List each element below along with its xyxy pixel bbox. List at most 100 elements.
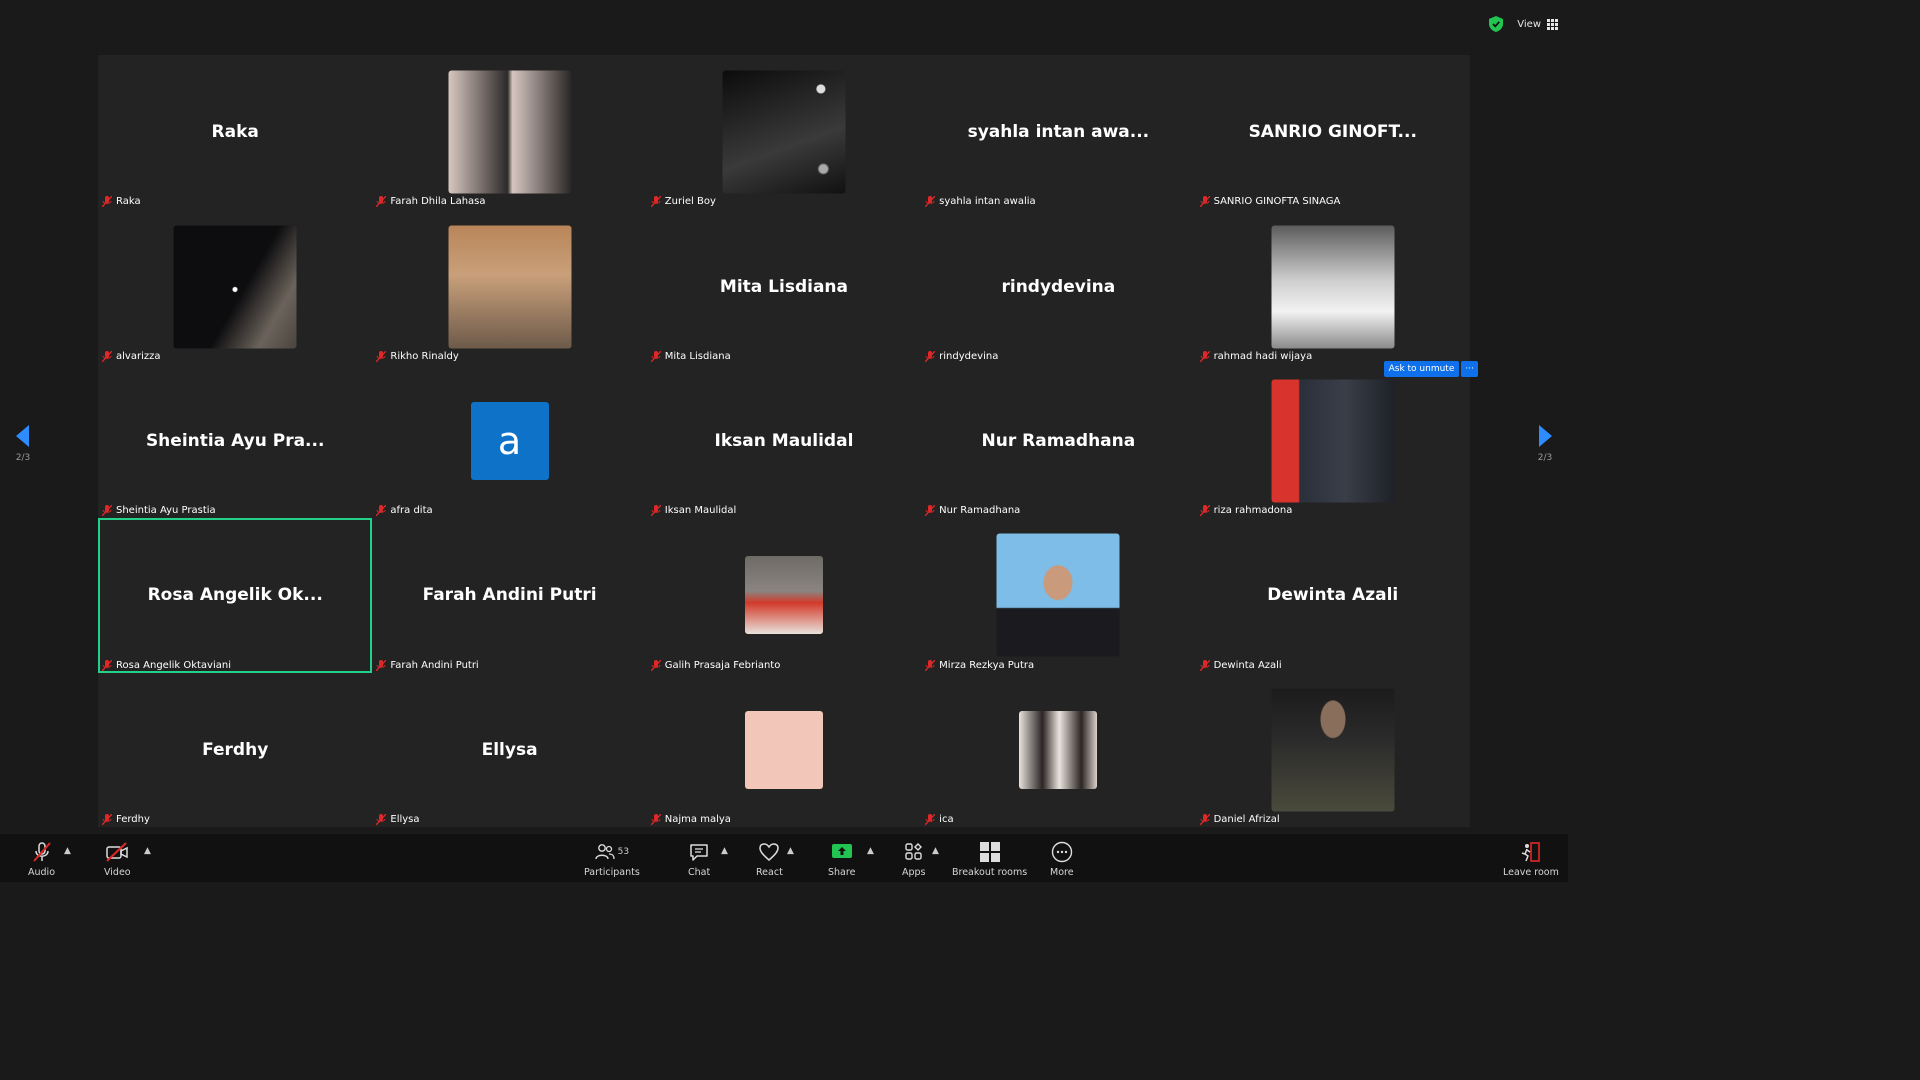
apps-label: Apps — [902, 867, 926, 878]
share-options-caret-icon[interactable]: ▲ — [867, 846, 874, 856]
participant-label: Zuriel Boy — [650, 196, 716, 208]
apps-button[interactable]: Apps — [902, 840, 926, 878]
participant-tile[interactable]: syahla intan awa... syahla intan awalia — [921, 55, 1195, 209]
participant-label: Dewinta Azali — [1199, 659, 1282, 671]
participant-name-label: rindydevina — [939, 350, 999, 362]
participant-tile[interactable]: Dewinta Azali Dewinta Azali — [1196, 518, 1470, 672]
participant-label: Raka — [102, 196, 141, 208]
audio-button[interactable]: Audio — [28, 840, 55, 878]
participant-name-label: ica — [939, 813, 954, 825]
share-label: Share — [828, 867, 856, 878]
audio-options-caret-icon[interactable]: ▲ — [64, 846, 71, 856]
participant-label: Ferdhy — [102, 813, 150, 825]
chat-icon — [690, 844, 708, 861]
breakout-rooms-button[interactable]: Breakout rooms — [952, 840, 1027, 878]
previous-page-nav[interactable]: 2/3 — [8, 425, 38, 463]
profile-picture — [722, 70, 846, 194]
participant-tile[interactable]: ica — [921, 673, 1195, 827]
participant-display-name: SANRIO GINOFT... — [1248, 122, 1417, 143]
grid-view-icon — [1547, 18, 1558, 30]
participant-display-name: Nur Ramadhana — [981, 430, 1136, 451]
more-options-button[interactable]: ··· — [1461, 360, 1478, 377]
participant-label: Mirza Rezkya Putra — [925, 659, 1035, 671]
participants-count: 53 — [617, 847, 630, 857]
participant-tile[interactable]: Raka Raka — [98, 55, 372, 209]
muted-mic-icon — [102, 505, 112, 517]
participant-display-name: Rosa Angelik Ok... — [147, 585, 323, 606]
more-button[interactable]: More — [1050, 840, 1074, 878]
participant-tile[interactable]: Mirza Rezkya Putra — [921, 518, 1195, 672]
participant-tile[interactable]: a afra dita — [372, 364, 646, 518]
muted-mic-icon — [925, 505, 936, 517]
participant-tile[interactable]: alvarizza — [98, 209, 372, 363]
more-icon — [1051, 841, 1072, 863]
muted-mic-icon — [102, 813, 112, 825]
participant-name-label: Iksan Maulidal — [664, 505, 737, 517]
chat-options-caret-icon[interactable]: ▲ — [721, 846, 728, 856]
react-options-caret-icon[interactable]: ▲ — [787, 846, 794, 856]
participant-tile[interactable]: Sheintia Ayu Pra... Sheintia Ayu Prastia — [98, 364, 372, 518]
participant-display-name: Dewinta Azali — [1267, 585, 1399, 606]
participant-tile[interactable]: rindydevina rindydevina — [921, 209, 1195, 363]
react-button[interactable]: React — [756, 840, 783, 878]
participant-name-label: Raka — [116, 196, 141, 208]
participant-tile[interactable]: rahmad hadi wijaya — [1196, 209, 1470, 363]
profile-picture — [1271, 225, 1395, 349]
participant-name-label: Ferdhy — [116, 813, 150, 825]
chat-button[interactable]: Chat — [688, 840, 710, 878]
apps-options-caret-icon[interactable]: ▲ — [932, 846, 939, 856]
view-button[interactable]: View — [1517, 18, 1558, 30]
participant-label: ica — [925, 813, 954, 825]
participant-tile[interactable]: Ferdhy Ferdhy — [98, 673, 372, 827]
arrow-left-icon[interactable] — [16, 425, 30, 447]
muted-mic-icon — [925, 813, 936, 825]
participant-label: Daniel Afrizal — [1199, 813, 1280, 825]
participant-tile[interactable]: SANRIO GINOFT... SANRIO GINOFTA SINAGA — [1196, 55, 1470, 209]
leave-room-button[interactable]: Leave room — [1503, 840, 1559, 878]
shield-check-icon[interactable] — [1489, 16, 1504, 32]
more-label: More — [1050, 867, 1074, 878]
video-off-icon — [106, 842, 129, 862]
participant-tile[interactable]: Ask to unmute ··· riza rahmadona — [1196, 360, 1478, 518]
muted-mic-icon — [650, 350, 661, 362]
participant-tile[interactable]: Najma malya — [647, 673, 921, 827]
participant-tile[interactable]: Ellysa Ellysa — [372, 673, 646, 827]
participant-tile[interactable]: Zuriel Boy — [647, 55, 921, 209]
leave-room-label: Leave room — [1503, 867, 1559, 878]
participant-label: Iksan Maulidal — [650, 505, 737, 517]
participant-tile[interactable]: Farah Dhila Lahasa — [372, 55, 646, 209]
participant-name-label: Mita Lisdiana — [664, 350, 731, 362]
participant-tile-active-speaker[interactable]: Rosa Angelik Ok... Rosa Angelik Oktavian… — [98, 518, 373, 673]
participant-name-label: Farah Andini Putri — [390, 659, 479, 671]
muted-mic-icon — [1199, 350, 1210, 362]
profile-picture — [1019, 710, 1098, 789]
participant-tile[interactable]: Rikho Rinaldy — [372, 209, 646, 363]
video-button[interactable]: Video — [104, 840, 131, 878]
participants-button[interactable]: 53 Participants — [584, 840, 640, 878]
participant-name-label: Mirza Rezkya Putra — [939, 659, 1035, 671]
participant-label: Mita Lisdiana — [650, 350, 731, 362]
apps-icon — [905, 843, 922, 860]
profile-picture — [173, 225, 297, 349]
next-page-nav[interactable]: 2/3 — [1530, 425, 1560, 463]
page-indicator-right: 2/3 — [1537, 453, 1553, 463]
profile-picture — [744, 710, 823, 789]
breakout-rooms-label: Breakout rooms — [952, 867, 1028, 878]
participant-tile[interactable]: Farah Andini Putri Farah Andini Putri — [372, 518, 646, 672]
video-options-caret-icon[interactable]: ▲ — [144, 846, 151, 856]
participant-tile[interactable]: Daniel Afrizal — [1196, 673, 1470, 827]
participant-tile[interactable]: Mita Lisdiana Mita Lisdiana — [647, 209, 921, 363]
participant-tile[interactable]: Nur Ramadhana Nur Ramadhana — [921, 364, 1195, 518]
arrow-right-icon[interactable] — [1538, 425, 1552, 447]
participant-label: Rikho Rinaldy — [376, 350, 459, 362]
participant-label: syahla intan awalia — [925, 196, 1036, 208]
participant-label: Farah Dhila Lahasa — [376, 196, 486, 208]
participant-name-label: Zuriel Boy — [664, 196, 716, 208]
participant-name-label: Galih Prasaja Febrianto — [664, 659, 781, 671]
ask-to-unmute-button[interactable]: Ask to unmute — [1383, 360, 1460, 377]
participant-tile[interactable]: Iksan Maulidal Iksan Maulidal — [647, 364, 921, 518]
share-button[interactable]: Share — [828, 840, 855, 878]
participant-name-label: Najma malya — [664, 813, 731, 825]
participant-name-label: Nur Ramadhana — [939, 505, 1021, 517]
participant-tile[interactable]: Galih Prasaja Febrianto — [647, 518, 921, 672]
